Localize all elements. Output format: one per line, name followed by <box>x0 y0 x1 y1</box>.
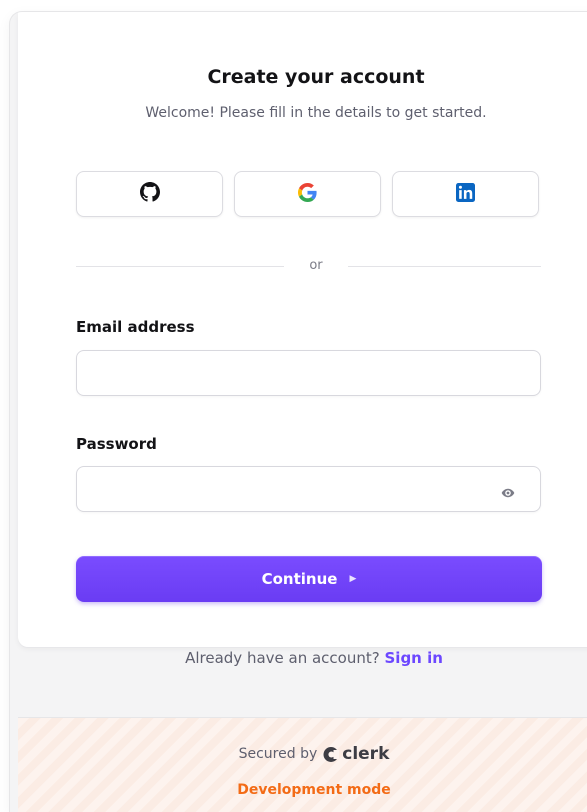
continue-button[interactable]: Continue ▶ <box>76 556 542 602</box>
linkedin-button[interactable] <box>392 171 539 217</box>
development-mode-label: Development mode <box>237 782 391 798</box>
triangle-right-icon: ▶ <box>349 574 357 584</box>
clerk-logo[interactable]: clerk <box>323 744 389 764</box>
signup-panel: Create your account Welcome! Please fill… <box>10 12 587 812</box>
show-password-button[interactable] <box>494 480 522 508</box>
divider-or: or <box>309 258 323 273</box>
linkedin-icon <box>456 182 475 206</box>
divider-line-right <box>348 266 541 267</box>
signin-prompt-row: Already have an account? Sign in <box>18 648 587 668</box>
password-field[interactable] <box>76 466 541 512</box>
email-field[interactable] <box>76 350 541 396</box>
eye-icon <box>501 485 515 504</box>
signin-link[interactable]: Sign in <box>385 649 443 667</box>
clerk-brand: clerk <box>342 744 390 764</box>
google-icon <box>298 182 317 206</box>
secured-by-row: Secured by clerk <box>18 744 587 764</box>
google-button[interactable] <box>234 171 381 217</box>
clerk-mark-icon <box>323 746 340 762</box>
github-icon <box>139 182 160 206</box>
secured-by-label: Secured by <box>238 746 318 762</box>
email-label: Email address <box>76 318 195 336</box>
divider-line-left <box>76 266 284 267</box>
footer: Secured by clerk Development mode <box>18 718 587 812</box>
password-label: Password <box>76 435 157 453</box>
page-subtitle: Welcome! Please fill in the details to g… <box>145 105 487 121</box>
signin-prompt: Already have an account? <box>185 649 380 667</box>
continue-label: Continue <box>261 570 338 588</box>
github-button[interactable] <box>76 171 223 217</box>
signup-card: Create your account Welcome! Please fill… <box>18 12 587 647</box>
page-title: Create your account <box>207 66 425 88</box>
